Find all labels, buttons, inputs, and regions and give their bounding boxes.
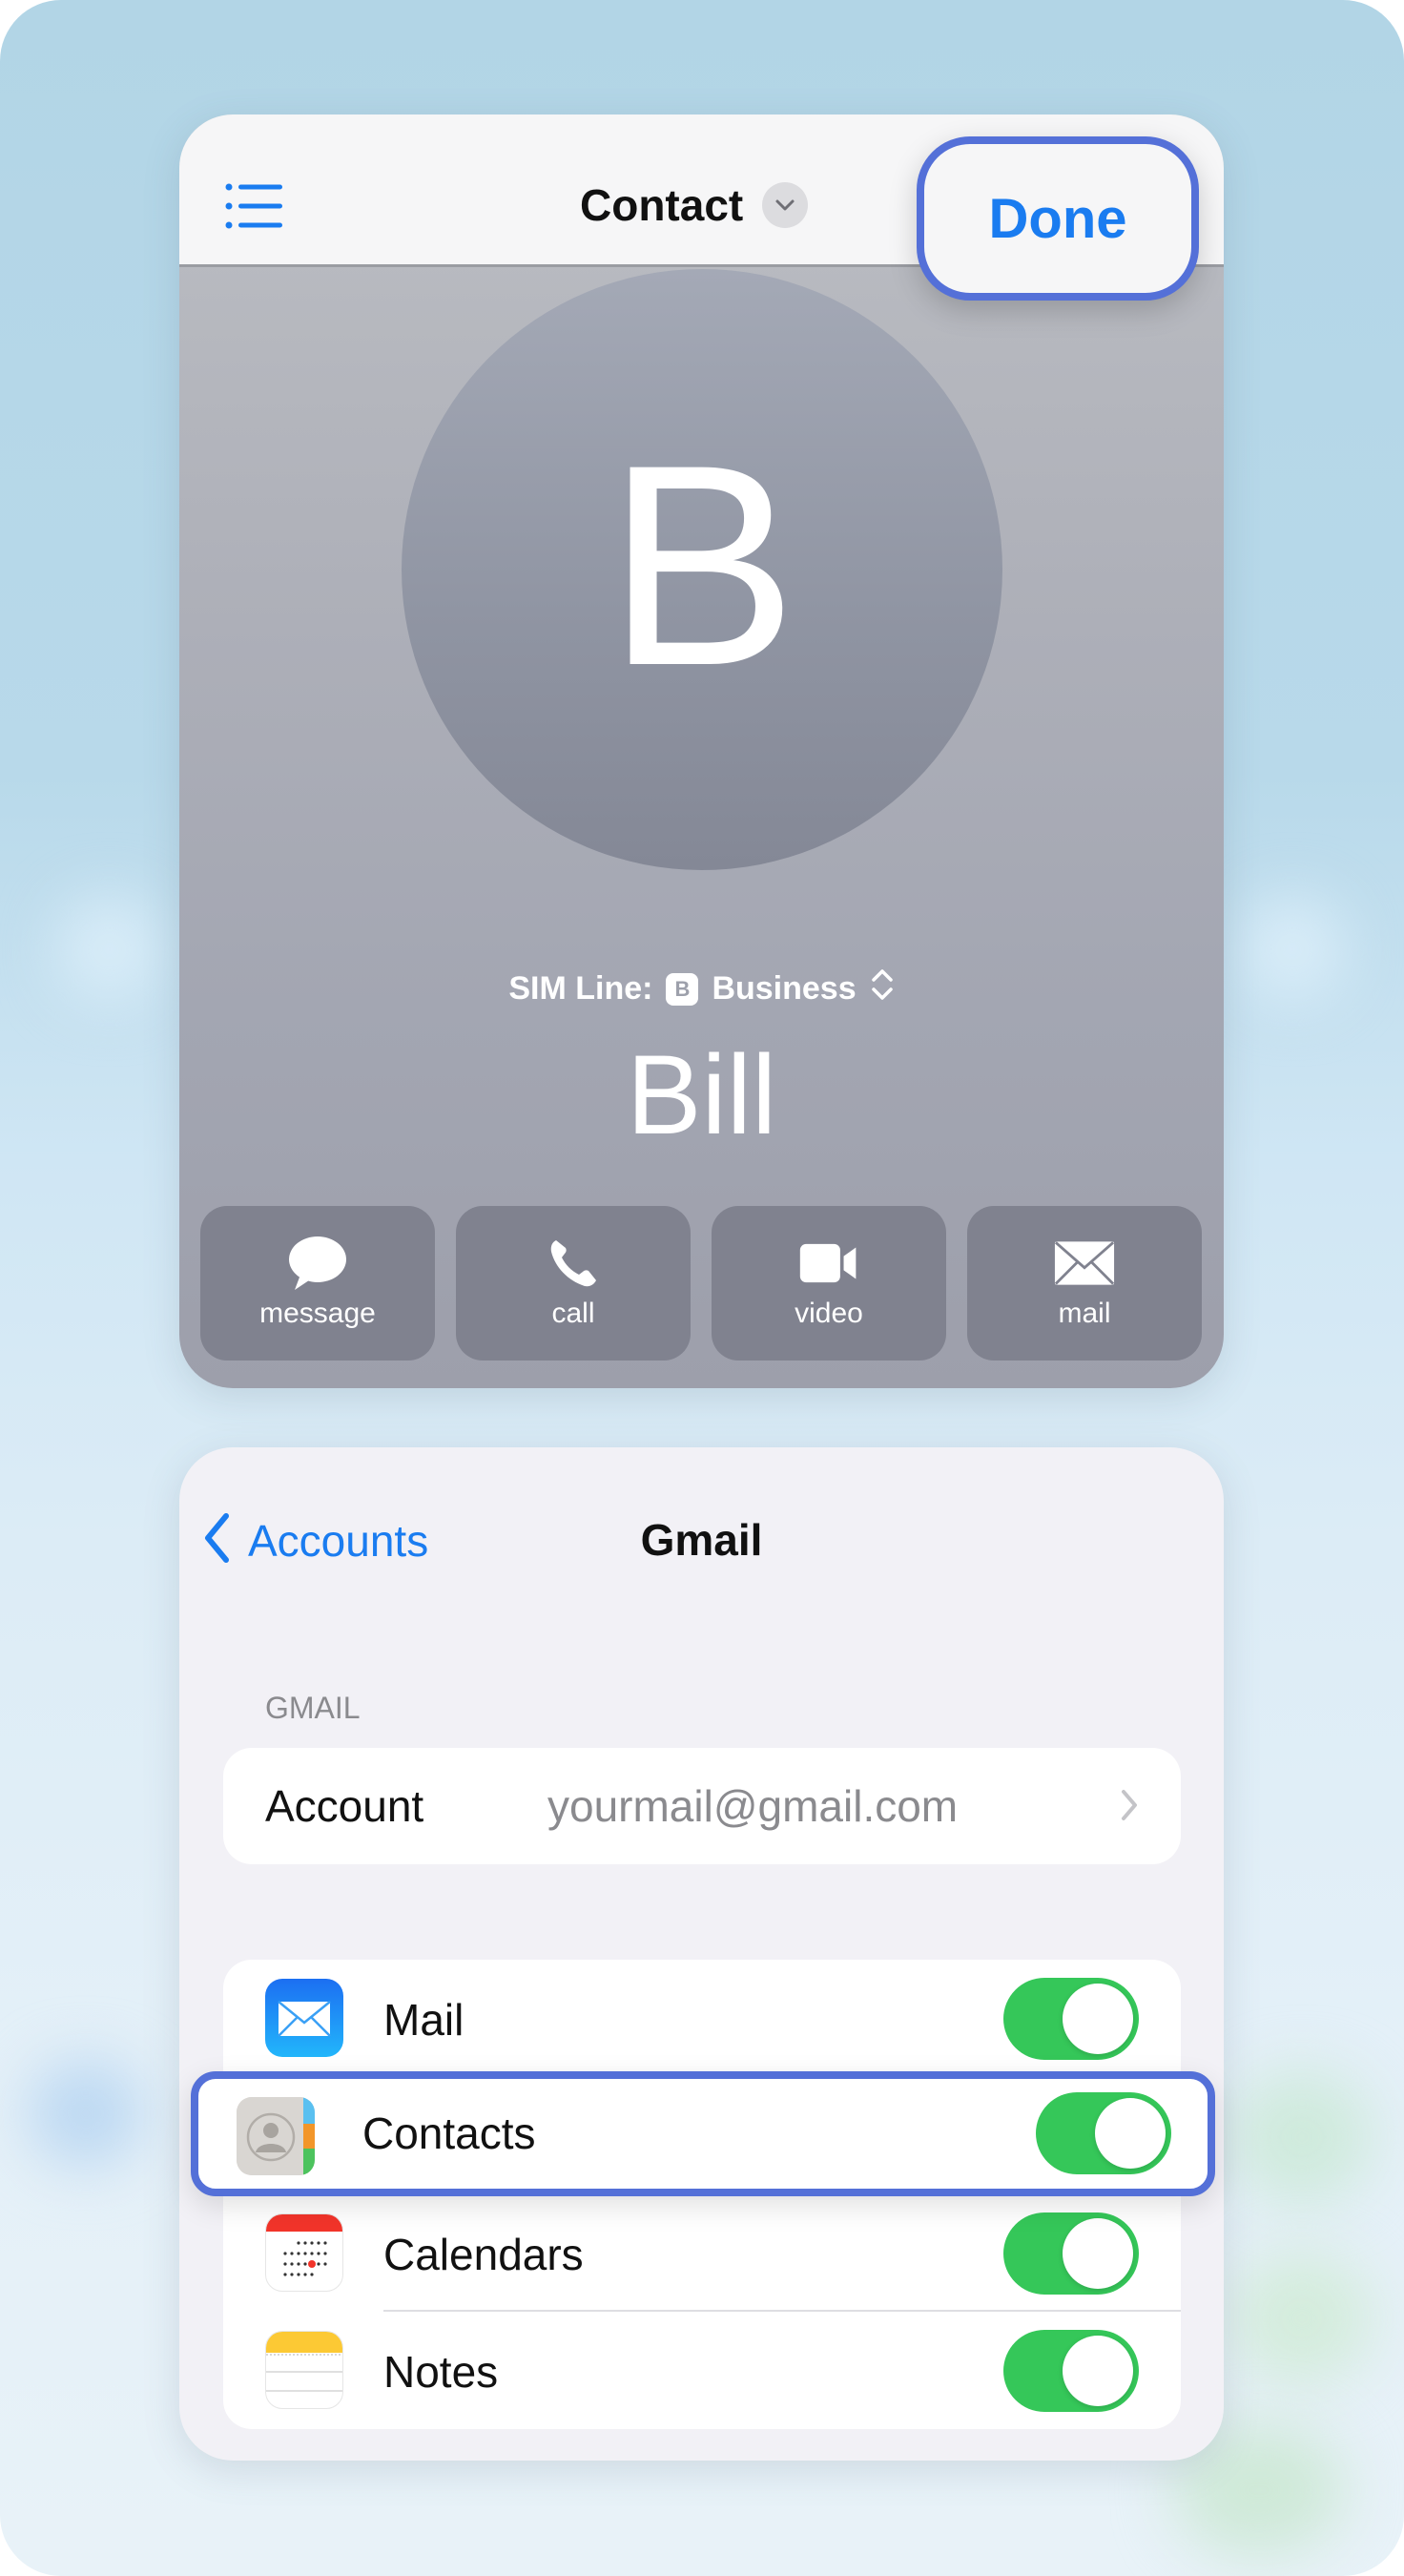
contacts-app-icon <box>237 2097 315 2175</box>
toggle-knob <box>1095 2098 1166 2169</box>
list-bullet-icon[interactable] <box>225 183 284 229</box>
sim-line-value: Business <box>712 970 857 1007</box>
row-label-contacts: Contacts <box>362 2109 536 2158</box>
contact-title: Contact <box>580 180 744 230</box>
avatar-initial: B <box>606 405 798 725</box>
chevron-right-icon <box>1120 1788 1139 1827</box>
video-camera-icon <box>798 1236 859 1290</box>
mail-app-icon <box>265 1979 343 2057</box>
contacts-toggle[interactable] <box>1036 2092 1171 2174</box>
message-button[interactable]: message <box>200 1206 435 1361</box>
done-label: Done <box>988 187 1127 250</box>
call-button[interactable]: call <box>456 1206 691 1361</box>
toggle-row-mail: Mail <box>223 1960 1181 2077</box>
chevron-down-icon[interactable] <box>762 182 809 228</box>
background-blur <box>1230 2070 1373 2204</box>
avatar: B <box>402 269 1002 870</box>
contact-name: Bill <box>626 1032 777 1158</box>
toggle-knob <box>1063 1984 1133 2054</box>
toggle-row-notes: Notes <box>223 2312 1181 2429</box>
message-bubble-icon <box>287 1236 348 1290</box>
message-label: message <box>259 1298 376 1329</box>
background-blur <box>29 2061 143 2166</box>
contact-title-menu[interactable]: Contact <box>580 179 809 231</box>
sim-line-label: SIM Line: <box>508 970 653 1007</box>
toggle-row-contacts: Contacts <box>191 2071 1215 2196</box>
section-header: GMAIL <box>265 1691 361 1725</box>
account-group: Account yourmail@gmail.com <box>223 1748 1181 1864</box>
video-button[interactable]: video <box>712 1206 946 1361</box>
sim-badge: B <box>666 972 699 1006</box>
background-blur <box>1230 2252 1373 2385</box>
account-row[interactable]: Account yourmail@gmail.com <box>223 1748 1181 1864</box>
screen-background: Contact B SIM Line: B Business Bill mess… <box>0 0 1404 2576</box>
calendars-toggle[interactable] <box>1003 2212 1139 2295</box>
background-blur <box>57 897 162 1002</box>
envelope-icon <box>1054 1236 1115 1290</box>
mail-button[interactable]: mail <box>967 1206 1202 1361</box>
background-blur <box>1240 897 1345 1002</box>
sim-line-selector[interactable]: SIM Line: B Business <box>179 966 1224 1011</box>
calendar-app-icon <box>265 2213 343 2292</box>
toggle-knob <box>1063 2218 1133 2289</box>
mail-toggle[interactable] <box>1003 1978 1139 2060</box>
account-email: yourmail@gmail.com <box>547 1781 959 1831</box>
row-label-notes: Notes <box>383 2347 499 2397</box>
notes-app-icon <box>265 2331 343 2409</box>
account-key: Account <box>265 1781 424 1831</box>
mail-label: mail <box>1058 1298 1111 1329</box>
call-label: call <box>551 1298 595 1329</box>
page-title: Gmail <box>640 1515 763 1565</box>
chevron-up-down-icon <box>870 966 895 1011</box>
gmail-settings-card: Accounts Gmail GMAIL Account yourmail@gm… <box>179 1447 1224 2461</box>
row-label-calendars: Calendars <box>383 2230 584 2279</box>
done-button[interactable]: Done <box>917 136 1199 301</box>
video-label: video <box>795 1298 863 1329</box>
notes-toggle[interactable] <box>1003 2330 1139 2412</box>
toggle-knob <box>1063 2336 1133 2406</box>
row-label-mail: Mail <box>383 1995 465 2045</box>
phone-icon <box>543 1236 604 1290</box>
toggle-row-calendars: Calendars <box>223 2194 1181 2312</box>
contact-actions: message call video mail <box>200 1206 1202 1361</box>
contact-card: Contact B SIM Line: B Business Bill mess… <box>179 114 1224 1388</box>
